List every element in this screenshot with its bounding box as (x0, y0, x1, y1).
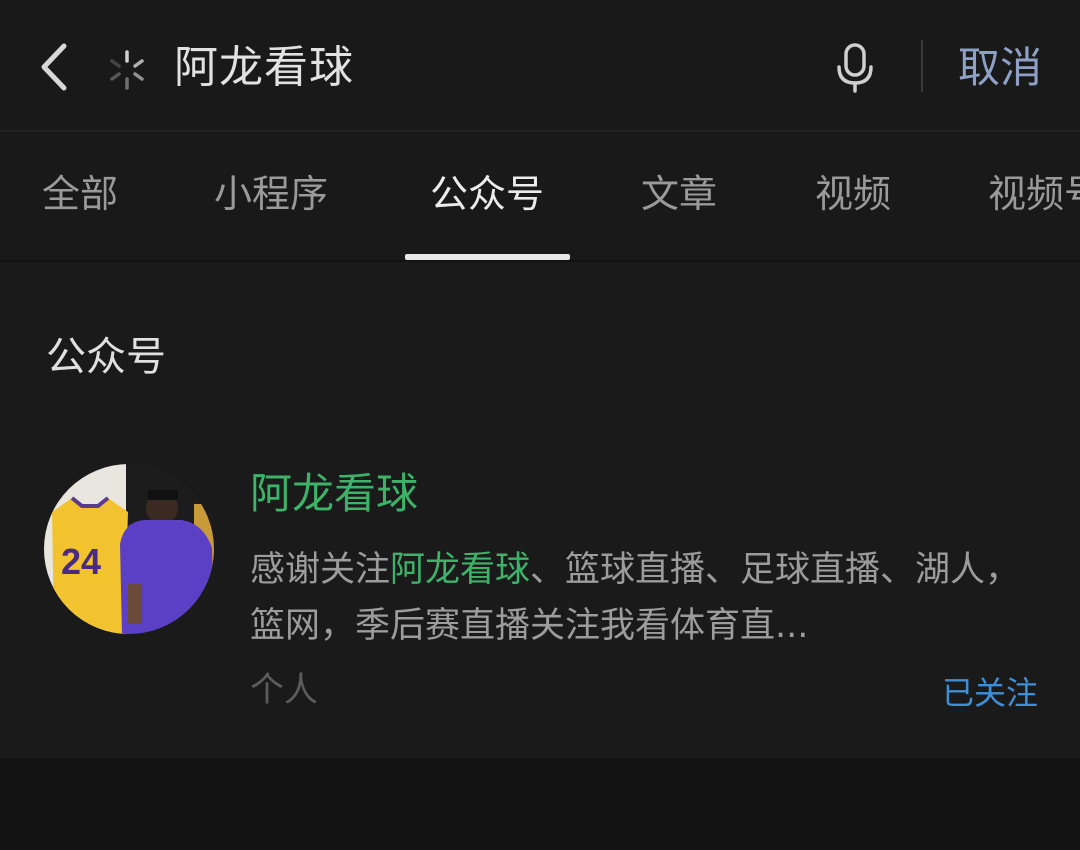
microphone-icon[interactable] (834, 42, 876, 94)
tab-articles[interactable]: 文章 (641, 168, 717, 220)
chevron-left-icon[interactable] (36, 42, 72, 92)
search-results-page: 阿龙看球 取消 全部 小程序 公众号 文章 视频 视频号 公众号 (0, 0, 1080, 850)
account-type: 个人 (250, 670, 318, 710)
tab-channels[interactable]: 视频号 (988, 168, 1080, 220)
search-divider (921, 40, 923, 92)
account-description: 感谢关注阿龙看球、篮球直播、足球直播、湖人，篮网，季后赛直播关注我看体育直... (250, 542, 1040, 654)
search-input[interactable]: 阿龙看球 (174, 38, 354, 98)
description-highlight: 阿龙看球 (390, 550, 531, 590)
section-title: 公众号 (46, 334, 166, 380)
tab-all[interactable]: 全部 (42, 168, 118, 220)
account-avatar[interactable]: 24 (44, 464, 214, 634)
description-prefix: 感谢关注 (250, 550, 391, 590)
account-name[interactable]: 阿龙看球 (250, 466, 418, 522)
active-tab-indicator (405, 254, 570, 260)
follow-status-button[interactable]: 已关注 (942, 670, 1038, 716)
official-accounts-section: 公众号 24 阿龙看球 感谢关注阿龙看球、篮球直播、足球直播、湖人，篮网，季后赛… (0, 262, 1080, 758)
svg-text:24: 24 (61, 541, 101, 582)
search-bar: 阿龙看球 取消 (0, 0, 1080, 132)
avatar-image: 24 (44, 464, 214, 634)
tab-mini-programs[interactable]: 小程序 (214, 168, 328, 220)
loading-spinner-icon (110, 50, 144, 90)
cancel-button[interactable]: 取消 (958, 40, 1042, 96)
tab-official-accounts[interactable]: 公众号 (430, 168, 544, 220)
bottom-area (0, 758, 1080, 850)
tab-videos[interactable]: 视频 (815, 168, 891, 220)
result-tabs: 全部 小程序 公众号 文章 视频 视频号 (0, 132, 1080, 260)
